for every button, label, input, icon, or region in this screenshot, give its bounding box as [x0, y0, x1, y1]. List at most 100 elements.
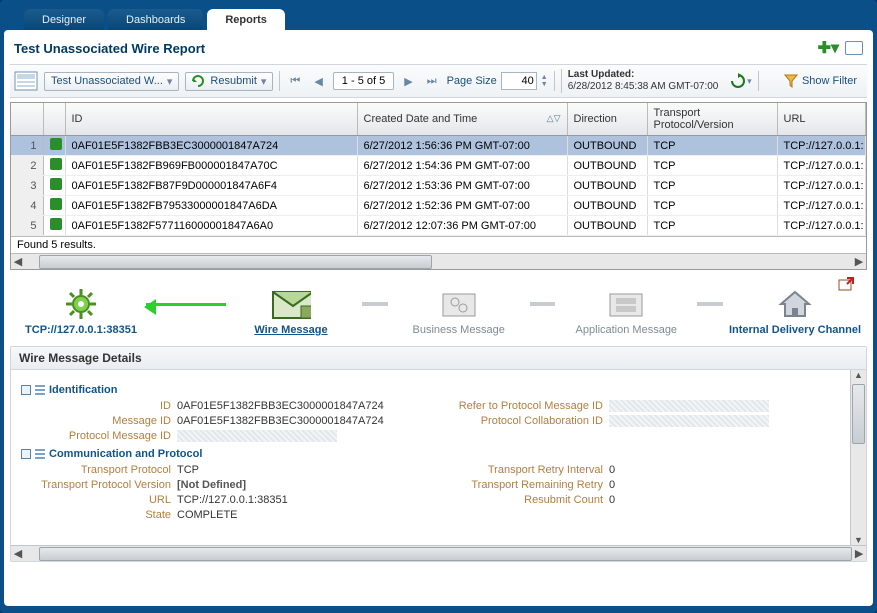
- gear-icon: [61, 288, 101, 320]
- section-icon: [35, 385, 45, 395]
- field-trr-value: 0: [609, 479, 689, 491]
- section-icon: [35, 449, 45, 459]
- flow-application-label: Application Message: [576, 324, 678, 336]
- page-size-input[interactable]: [501, 72, 537, 90]
- table-row[interactable]: 4 0AF01E5F1382FB79533000001847A6DA6/27/2…: [11, 196, 866, 216]
- flow-endpoint-label: TCP://127.0.0.1:38351: [25, 324, 137, 336]
- field-id-value: 0AF01E5F1382FBB3EC3000001847A724: [177, 400, 417, 412]
- field-pmid-label: Protocol Message ID: [21, 430, 171, 442]
- envelope-icon: [271, 288, 311, 320]
- column-status[interactable]: [43, 103, 65, 136]
- business-message-icon: [439, 288, 479, 320]
- table-row[interactable]: 3 0AF01E5F1382FB87F9D000001847A6F46/27/2…: [11, 176, 866, 196]
- application-message-icon: [606, 288, 646, 320]
- report-toolbar: Test Unassociated W... ▾ Resubmit ▾ ⏮ ◀ …: [10, 64, 867, 98]
- flow-arrow-icon: [146, 303, 226, 306]
- flow-endpoint[interactable]: TCP://127.0.0.1:38351: [16, 288, 146, 336]
- report-icon: [14, 70, 38, 92]
- table-row[interactable]: 5 0AF01E5F1382F577116000001847A6A06/27/2…: [11, 216, 866, 236]
- breadcrumb[interactable]: Test Unassociated W... ▾: [44, 72, 179, 91]
- column-created[interactable]: Created Date and Time△▽: [357, 103, 567, 136]
- resubmit-label: Resubmit: [210, 75, 256, 87]
- house-icon: [775, 288, 815, 320]
- field-collab-label: Protocol Collaboration ID: [423, 415, 603, 427]
- filter-icon: [784, 74, 798, 88]
- resubmit-icon: [192, 75, 206, 87]
- collapse-icon[interactable]: [21, 449, 31, 459]
- page-size-up[interactable]: ▲: [541, 74, 548, 81]
- restore-window-icon[interactable]: [845, 41, 863, 55]
- field-state-value: COMPLETE: [177, 509, 417, 521]
- details-horizontal-scrollbar[interactable]: ◀ ▶: [11, 545, 866, 561]
- last-page-button[interactable]: ⏭: [423, 73, 441, 90]
- field-rc-value: 0: [609, 494, 689, 506]
- pager-label: 1 - 5 of 5: [333, 72, 394, 90]
- flow-wire-label: Wire Message: [254, 324, 327, 336]
- field-ref-pmid-value: [609, 400, 769, 412]
- field-msgid-label: Message ID: [21, 415, 171, 427]
- table-row[interactable]: 1 0AF01E5F1382FBB3EC3000001847A7246/27/2…: [11, 136, 866, 156]
- sort-indicator-icon: △▽: [547, 113, 561, 124]
- column-url[interactable]: URL: [777, 103, 866, 136]
- page-size-label: Page Size: [447, 75, 497, 87]
- field-id-label: ID: [21, 400, 171, 412]
- column-direction[interactable]: Direction: [567, 103, 647, 136]
- field-ref-pmid-label: Refer to Protocol Message ID: [423, 400, 603, 412]
- prev-page-button[interactable]: ◀: [310, 73, 326, 90]
- flow-internal-label: Internal Delivery Channel: [729, 324, 861, 336]
- field-tp-value: TCP: [177, 464, 417, 476]
- field-pmid-value: [177, 430, 337, 442]
- status-chip-icon: [50, 138, 62, 150]
- field-collab-value: [609, 415, 769, 427]
- table-horizontal-scrollbar[interactable]: ◀ ▶: [11, 253, 866, 269]
- first-page-button[interactable]: ⏮: [286, 73, 304, 90]
- field-url-label: URL: [21, 494, 171, 506]
- section-identification[interactable]: Identification: [21, 384, 840, 396]
- breadcrumb-label: Test Unassociated W...: [51, 75, 163, 87]
- resubmit-button[interactable]: Resubmit ▾: [185, 72, 273, 91]
- results-table: ID Created Date and Time△▽ Direction Tra…: [10, 102, 867, 270]
- tab-dashboards[interactable]: Dashboards: [108, 9, 203, 30]
- field-tpv-value: [Not Defined]: [177, 479, 417, 491]
- tab-reports[interactable]: Reports: [207, 9, 285, 30]
- column-transport[interactable]: Transport Protocol/Version: [647, 103, 777, 136]
- column-rownum[interactable]: [11, 103, 43, 136]
- tab-designer[interactable]: Designer: [24, 9, 104, 30]
- tab-bar: Designer Dashboards Reports: [4, 4, 873, 30]
- last-updated-label: Last Updated:: [568, 69, 719, 81]
- show-filter-label: Show Filter: [802, 75, 857, 87]
- field-state-label: State: [21, 509, 171, 521]
- export-icon[interactable]: [837, 276, 855, 292]
- results-status: Found 5 results.: [11, 236, 866, 253]
- page-title: Test Unassociated Wire Report: [14, 41, 205, 56]
- field-tri-value: 0: [609, 464, 689, 476]
- flow-application-message[interactable]: Application Message: [561, 288, 691, 336]
- refresh-icon[interactable]: ▾: [728, 70, 752, 92]
- status-chip-icon: [50, 198, 62, 210]
- table-row[interactable]: 2 0AF01E5F1382FB969FB000001847A70C6/27/2…: [11, 156, 866, 176]
- field-msgid-value: 0AF01E5F1382FBB3EC3000001847A724: [177, 415, 417, 427]
- flow-business-message[interactable]: Business Message: [394, 288, 524, 336]
- status-chip-icon: [50, 158, 62, 170]
- page-size-down[interactable]: ▼: [541, 81, 548, 88]
- next-page-button[interactable]: ▶: [400, 73, 416, 90]
- field-trr-label: Transport Remaining Retry: [423, 479, 603, 491]
- collapse-icon[interactable]: [21, 385, 31, 395]
- column-id[interactable]: ID: [65, 103, 357, 136]
- status-chip-icon: [50, 218, 62, 230]
- flow-wire-message[interactable]: Wire Message: [226, 288, 356, 336]
- field-tp-label: Transport Protocol: [21, 464, 171, 476]
- flow-business-label: Business Message: [412, 324, 504, 336]
- field-url-value: TCP://127.0.0.1:38351: [177, 494, 417, 506]
- field-tpv-label: Transport Protocol Version: [21, 479, 171, 491]
- field-rc-label: Resubmit Count: [423, 494, 603, 506]
- section-communication[interactable]: Communication and Protocol: [21, 448, 840, 460]
- details-title: Wire Message Details: [11, 347, 866, 370]
- show-filter-button[interactable]: Show Filter: [778, 72, 863, 90]
- flow-internal-channel[interactable]: Internal Delivery Channel: [729, 288, 861, 336]
- last-updated-value: 6/28/2012 8:45:38 AM GMT-07:00: [568, 81, 719, 93]
- status-chip-icon: [50, 178, 62, 190]
- details-vertical-scrollbar[interactable]: ▲ ▼: [850, 370, 866, 545]
- add-icon[interactable]: ✚▾: [818, 38, 839, 58]
- field-tri-label: Transport Retry Interval: [423, 464, 603, 476]
